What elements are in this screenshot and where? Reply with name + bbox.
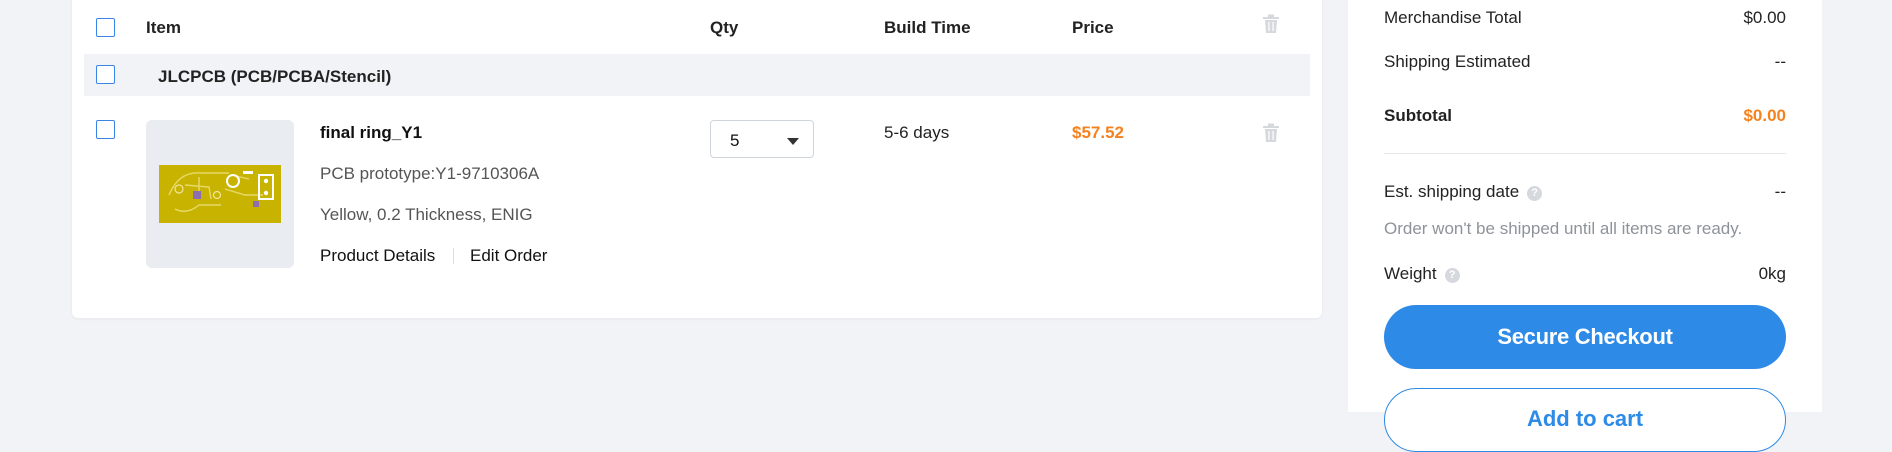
product-details-link[interactable]: Product Details — [320, 246, 435, 266]
est-shipping-date-text: Est. shipping date — [1384, 182, 1520, 201]
merchandise-total-value: $0.00 — [1743, 8, 1786, 27]
product-spec: PCB prototype:Y1-9710306A — [320, 164, 540, 183]
header-item: Item — [146, 18, 181, 37]
question-circle-icon[interactable]: ? — [1527, 186, 1543, 201]
select-all-checkbox[interactable] — [96, 18, 115, 37]
question-circle-icon[interactable]: ? — [1444, 268, 1460, 283]
add-to-cart-button[interactable]: Add to cart — [1384, 388, 1786, 452]
cart-card: Item Qty Build Time Price JLCPCB (PCB/PC… — [72, 0, 1322, 318]
chevron-down-icon — [787, 138, 799, 145]
shipping-estimated-value: -- — [1774, 52, 1786, 71]
edit-order-link[interactable]: Edit Order — [470, 246, 547, 266]
summary-divider — [1384, 153, 1786, 154]
shipping-estimated-label: Shipping Estimated — [1384, 52, 1531, 71]
qty-select[interactable]: 5 — [710, 120, 814, 158]
order-summary: Merchandise Total $0.00 Shipping Estimat… — [1348, 0, 1822, 452]
weight-value: 0kg — [1758, 264, 1786, 283]
secure-checkout-button[interactable]: Secure Checkout — [1384, 305, 1786, 369]
trash-icon[interactable] — [1262, 123, 1280, 143]
product-name: final ring_Y1 — [320, 123, 423, 142]
est-shipping-date-value: -- — [1774, 182, 1786, 201]
merchandise-total-label: Merchandise Total — [1384, 8, 1522, 27]
weight-text: Weight — [1384, 264, 1437, 283]
item-checkbox[interactable] — [96, 120, 115, 139]
header-build-time: Build Time — [884, 18, 971, 37]
build-time: 5-6 days — [884, 123, 950, 142]
shipping-note: Order won't be shipped until all items a… — [1384, 219, 1743, 238]
product-options: Yellow, 0.2 Thickness, ENIG — [320, 205, 533, 224]
header-price: Price — [1072, 18, 1114, 37]
trash-icon[interactable] — [1262, 14, 1280, 34]
header-qty: Qty — [710, 18, 739, 37]
group-row: JLCPCB (PCB/PCBA/Stencil) — [84, 54, 1310, 96]
product-thumbnail[interactable] — [146, 120, 294, 268]
subtotal-label: Subtotal — [1384, 106, 1452, 125]
link-separator — [453, 248, 454, 264]
weight-label: Weight? — [1384, 264, 1460, 284]
group-checkbox[interactable] — [96, 65, 115, 84]
qty-value: 5 — [730, 131, 740, 150]
subtotal-value: $0.00 — [1743, 106, 1786, 125]
pcb-image — [159, 165, 281, 223]
item-price: $57.52 — [1072, 123, 1124, 142]
group-label: JLCPCB (PCB/PCBA/Stencil) — [158, 67, 392, 86]
est-shipping-date-label: Est. shipping date? — [1384, 182, 1543, 202]
